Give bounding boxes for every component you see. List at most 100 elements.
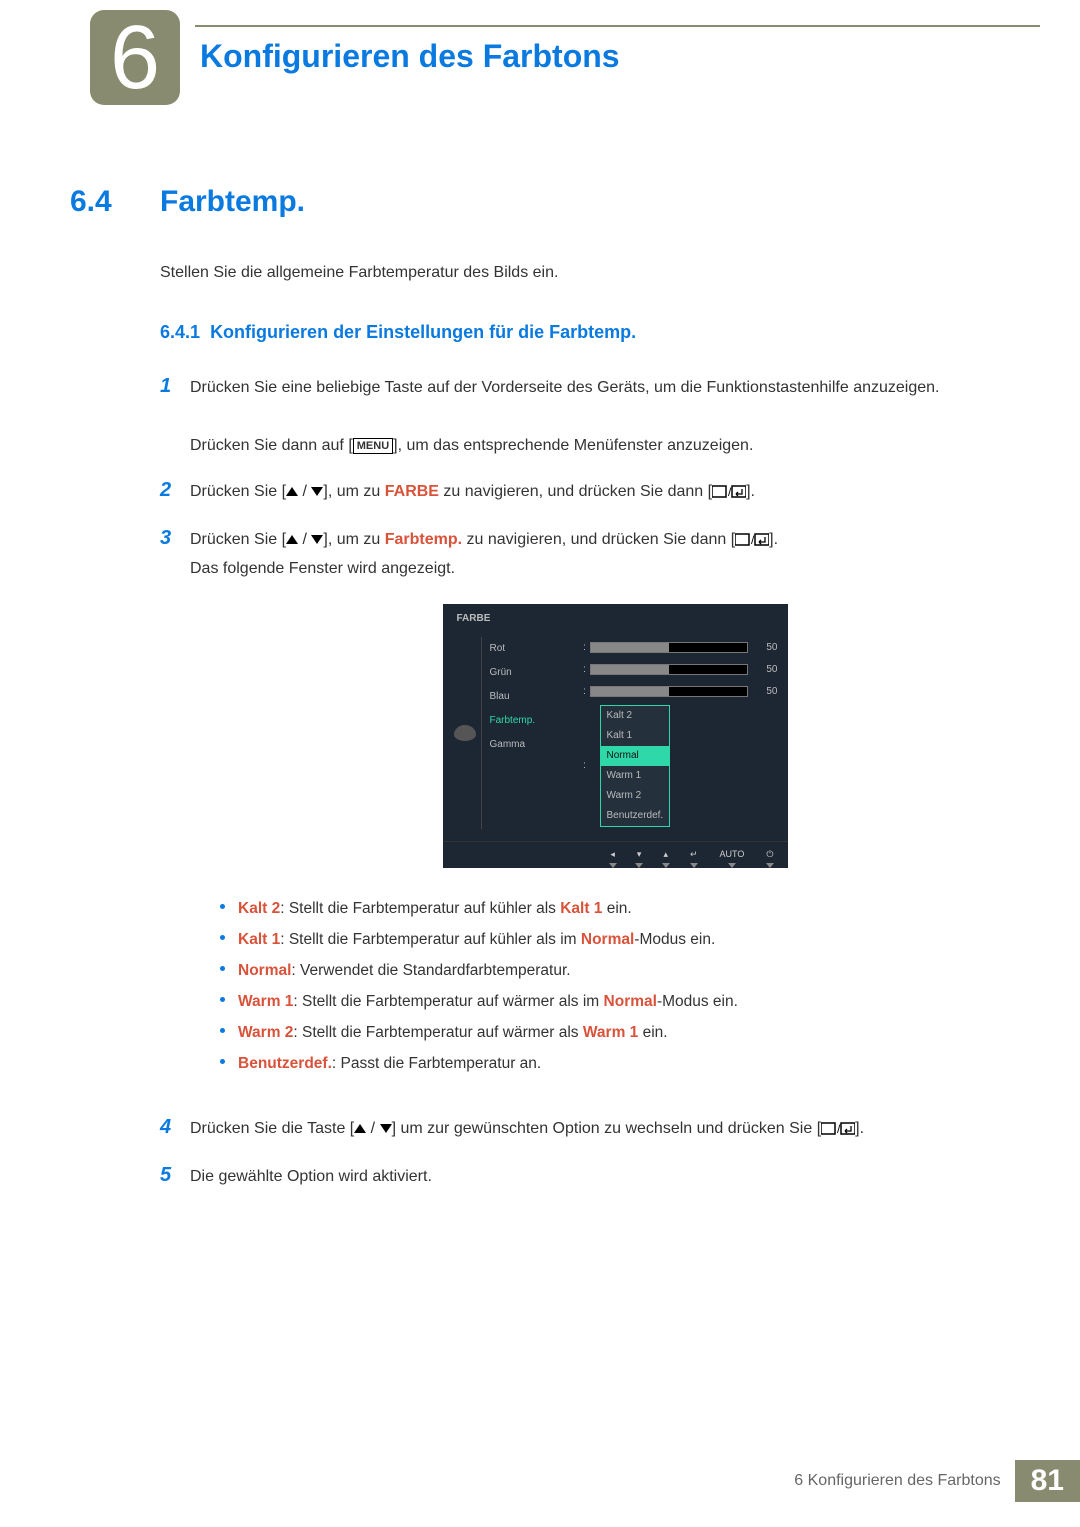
section-number: 6.4: [0, 185, 160, 219]
footer-page-number: 81: [1015, 1460, 1080, 1502]
auto-label: AUTO: [720, 846, 745, 862]
chapter-badge: 6: [90, 10, 180, 105]
osd-dropdown: Kalt 2 Kalt 1 Normal Warm 1 Warm 2 Benut…: [600, 705, 671, 827]
t: : Stellt die Farbtemperatur auf kühler a…: [280, 900, 560, 917]
osd-slider: [590, 664, 748, 675]
kw: Kalt 1: [560, 900, 602, 917]
osd-mock: FARBE Rot Grün Blau Farbtemp. Gamma :50: [443, 604, 788, 868]
osd-title: FARBE: [443, 604, 788, 631]
step-4: 4 Drücken Sie die Taste [ / ] um zur gew…: [160, 1109, 1040, 1145]
osd-value: 50: [754, 683, 778, 701]
down-icon: [311, 535, 323, 544]
step-2: 2 Drücken Sie [ / ], um zu FARBE zu navi…: [160, 472, 1040, 508]
down-nav-icon: ▾: [637, 846, 642, 862]
kw-farbtemp: Farbtemp.: [385, 531, 462, 548]
t: ].: [769, 531, 778, 548]
step-number: 1: [160, 368, 190, 404]
t: zu navigieren, und drücken Sie dann [: [439, 483, 712, 500]
t: ], um zu: [323, 531, 384, 548]
osd-option: Warm 1: [601, 766, 670, 786]
osd-labels: Rot Grün Blau Farbtemp. Gamma: [481, 637, 580, 829]
step-3b: Das folgende Fenster wird angezeigt.: [190, 560, 455, 577]
osd-label: Rot: [490, 637, 580, 661]
section-title: Farbtemp.: [160, 185, 305, 219]
kw: Normal: [238, 962, 291, 979]
step-5: 5 Die gewählte Option wird aktiviert.: [160, 1157, 1040, 1193]
enter-nav-icon: ↵: [690, 846, 698, 862]
osd-value: 50: [754, 661, 778, 679]
osd-option: Warm 2: [601, 786, 670, 806]
t: : Passt die Farbtemperatur an.: [332, 1055, 541, 1072]
step-number: 2: [160, 472, 190, 508]
osd-option: Benutzerdef.: [601, 806, 670, 826]
kw: Benutzerdef.: [238, 1055, 332, 1072]
up-nav-icon: ▴: [663, 846, 668, 862]
up-icon: [354, 1124, 366, 1133]
kw: Kalt 1: [238, 931, 280, 948]
step-1b-pre: Drücken Sie dann auf [: [190, 437, 353, 454]
step-5-text: Die gewählte Option wird aktiviert.: [190, 1163, 1040, 1192]
rect-enter-icon: /: [821, 1122, 855, 1136]
t: ein.: [638, 1024, 667, 1041]
osd-label: Gamma: [490, 733, 580, 757]
down-icon: [380, 1124, 392, 1133]
step-1: 1 Drücken Sie eine beliebige Taste auf d…: [160, 368, 1040, 460]
menu-key: MENU: [353, 438, 393, 454]
kw: Kalt 2: [238, 900, 280, 917]
subsection-number: 6.4.1: [160, 322, 200, 342]
osd-option-selected: Normal: [601, 746, 670, 766]
t: : Stellt die Farbtemperatur auf kühler a…: [280, 931, 581, 948]
t: : Stellt die Farbtemperatur auf wärmer a…: [293, 1024, 582, 1041]
step-number: 5: [160, 1157, 190, 1193]
intro-text: Stellen Sie die allgemeine Farbtemperatu…: [160, 264, 1040, 282]
footer-chapter: 6 Konfigurieren des Farbtons: [780, 1460, 1014, 1502]
t: ].: [855, 1120, 864, 1137]
osd-label: Grün: [490, 661, 580, 685]
step-number: 3: [160, 520, 190, 556]
header-rule: [195, 25, 1040, 27]
t: zu navigieren, und drücken Sie dann [: [462, 531, 735, 548]
t: ] um zur gewünschten Option zu wechseln …: [392, 1120, 822, 1137]
kw: Warm 2: [238, 1024, 293, 1041]
step-1b-post: ], um das entsprechende Menüfenster anzu…: [393, 437, 753, 454]
rect-enter-icon: /: [712, 485, 746, 499]
osd-value: 50: [754, 639, 778, 657]
kw: Normal: [581, 931, 634, 948]
power-icon: ⏻: [766, 846, 773, 862]
t: : Stellt die Farbtemperatur auf wärmer a…: [293, 993, 603, 1010]
t: -Modus ein.: [634, 931, 715, 948]
down-icon: [311, 487, 323, 496]
t: -Modus ein.: [657, 993, 738, 1010]
osd-label-selected: Farbtemp.: [490, 709, 580, 733]
subsection-title: Konfigurieren der Einstellungen für die …: [210, 322, 636, 342]
t: ein.: [602, 900, 631, 917]
palette-icon: [454, 725, 476, 741]
step-number: 4: [160, 1109, 190, 1145]
t: ], um zu: [323, 483, 384, 500]
osd-slider: [590, 642, 748, 653]
chapter-number: 6: [110, 13, 160, 103]
subsection-heading: 6.4.1 Konfigurieren der Einstellungen fü…: [160, 322, 1040, 343]
osd-option: Kalt 2: [601, 706, 670, 726]
t: Drücken Sie die Taste [: [190, 1120, 354, 1137]
option-descriptions: Kalt 2: Stellt die Farbtemperatur auf kü…: [220, 893, 1040, 1079]
section-heading: 6.4 Farbtemp.: [0, 185, 1040, 219]
chapter-title: Konfigurieren des Farbtons: [200, 38, 620, 75]
t: Drücken Sie [: [190, 483, 286, 500]
osd-slider: [590, 686, 748, 697]
osd-option: Kalt 1: [601, 726, 670, 746]
kw-farbe: FARBE: [385, 483, 439, 500]
step-3: 3 Drücken Sie [ / ], um zu Farbtemp. zu …: [160, 520, 1040, 1097]
t: Drücken Sie [: [190, 531, 286, 548]
up-icon: [286, 487, 298, 496]
page-footer: 6 Konfigurieren des Farbtons 81: [780, 1460, 1080, 1502]
back-icon: ◂: [610, 846, 615, 862]
step-1-text: Drücken Sie eine beliebige Taste auf der…: [190, 379, 939, 396]
t: ].: [746, 483, 755, 500]
kw: Warm 1: [238, 993, 293, 1010]
rect-enter-icon: /: [735, 533, 769, 547]
kw: Warm 1: [583, 1024, 638, 1041]
t: : Verwendet die Standardfarbtemperatur.: [291, 962, 570, 979]
osd-label: Blau: [490, 685, 580, 709]
up-icon: [286, 535, 298, 544]
